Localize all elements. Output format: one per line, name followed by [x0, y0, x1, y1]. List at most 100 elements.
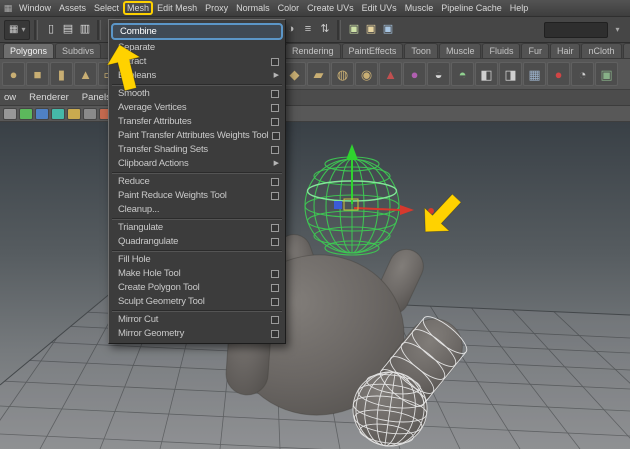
menubar-item[interactable]: Help — [506, 1, 533, 15]
shelf-tab[interactable]: Rendering — [285, 43, 341, 58]
mesh-menu-item[interactable]: Sculpt Geometry Tool ▶ — [109, 295, 285, 309]
polygon-soccer-icon[interactable]: ◉ — [355, 62, 378, 86]
menubar-item[interactable]: Normals — [232, 1, 274, 15]
panel-menu-item[interactable]: Renderer — [29, 92, 69, 103]
green-sphere-icon[interactable]: ◓ — [451, 62, 474, 86]
option-box-icon[interactable] — [271, 178, 279, 186]
mesh-menu-item[interactable]: Make Hole Tool ▶ — [109, 267, 285, 281]
polygon-prism-icon[interactable]: ◆ — [283, 62, 306, 86]
option-box-icon[interactable] — [271, 330, 279, 338]
polygon-cone-icon[interactable]: ▲ — [74, 62, 97, 86]
input-output-icon[interactable]: ⇅ — [316, 21, 333, 39]
menubar-item[interactable]: Color — [274, 1, 304, 15]
shelf-tab[interactable]: PaintEffects — [342, 43, 404, 58]
shelf-tab[interactable]: Polygons — [3, 43, 54, 58]
mesh-menu-item[interactable]: Smooth ▶ — [109, 87, 285, 101]
option-box-icon[interactable] — [271, 316, 279, 324]
option-box-icon[interactable] — [271, 104, 279, 112]
shelf-tab[interactable]: Toon — [404, 43, 438, 58]
shelf-tab[interactable]: Hair — [550, 43, 581, 58]
green-panel-icon[interactable]: ▣ — [595, 62, 618, 86]
option-box-icon[interactable] — [271, 118, 279, 126]
viewport[interactable] — [0, 122, 630, 449]
option-box-icon[interactable] — [271, 58, 279, 66]
shaded-sphere-icon[interactable]: ◒ — [427, 62, 450, 86]
new-scene-icon[interactable]: ▯ — [42, 21, 59, 39]
option-box-icon[interactable] — [271, 224, 279, 232]
mesh-menu-item[interactable]: Combine ▶ — [111, 23, 283, 40]
open-scene-icon[interactable]: ▤ — [59, 21, 76, 39]
mesh-menu-item[interactable]: Transfer Shading Sets ▶ — [109, 143, 285, 157]
sphere-quarter-icon[interactable]: ◔ — [571, 62, 594, 86]
field-options-arrow-icon[interactable]: ▾ — [609, 21, 626, 39]
checker-sphere-icon[interactable]: ◧ — [475, 62, 498, 86]
menubar-item[interactable]: Create UVs — [303, 1, 358, 15]
shelf-tab[interactable]: Muscle — [439, 43, 482, 58]
menubar-item[interactable]: Window — [15, 1, 55, 15]
mesh-menu-item[interactable]: Quadrangulate ▶ — [109, 235, 285, 249]
checker-sphere-icon-2[interactable]: ◨ — [499, 62, 522, 86]
mesh-menu-item[interactable]: Paint Transfer Attributes Weights Tool ▶ — [109, 129, 285, 143]
mesh-menu-item[interactable]: ▶ — [112, 172, 282, 174]
polygon-pipe-icon[interactable]: ▰ — [307, 62, 330, 86]
film-gate-icon[interactable] — [35, 108, 49, 120]
panel-menu-item[interactable]: Panels — [82, 92, 111, 103]
menu-set-dropdown[interactable]: ▦ ▾ — [4, 20, 30, 40]
gate-mask-icon[interactable] — [51, 108, 65, 120]
menubar-item[interactable]: Proxy — [201, 1, 232, 15]
red-ball-icon[interactable]: ● — [547, 62, 570, 86]
mesh-menu-item[interactable]: Mirror Geometry ▶ — [109, 327, 285, 341]
field-chart-icon[interactable] — [67, 108, 81, 120]
menubar-item[interactable]: Select — [90, 1, 123, 15]
statusline-divider[interactable] — [97, 20, 101, 40]
list-input-icon[interactable]: ≡ — [299, 21, 316, 39]
render-settings-icon[interactable]: ▣ — [379, 21, 396, 39]
option-box-icon[interactable] — [271, 270, 279, 278]
option-box-icon[interactable] — [271, 192, 279, 200]
mesh-menu-item[interactable]: Mirror Cut ▶ — [109, 313, 285, 327]
menubar-item[interactable]: Assets — [55, 1, 90, 15]
red-cone-icon[interactable]: ▲ — [379, 62, 402, 86]
mesh-menu-item[interactable]: Reduce ▶ — [109, 175, 285, 189]
ipr-render-icon[interactable]: ▣ — [362, 21, 379, 39]
panel-menu-item[interactable]: ow — [4, 92, 16, 103]
camera-icon[interactable] — [3, 108, 17, 120]
shelf-tab[interactable]: Subdivs — [55, 43, 101, 58]
polygon-helix-icon[interactable]: ◍ — [331, 62, 354, 86]
mesh-menu-item[interactable]: Transfer Attributes ▶ — [109, 115, 285, 129]
polygon-sphere-icon[interactable]: ● — [2, 62, 25, 86]
render-current-frame-icon[interactable]: ▣ — [345, 21, 362, 39]
shelf-tab[interactable]: Custo — [623, 43, 630, 58]
option-box-icon[interactable] — [271, 238, 279, 246]
quick-selection-field[interactable] — [544, 22, 608, 38]
menubar-item[interactable]: Edit Mesh — [153, 1, 201, 15]
mesh-menu-item[interactable]: ▶ — [112, 310, 282, 312]
shelf-tab[interactable]: Fur — [521, 43, 549, 58]
safe-action-icon[interactable] — [83, 108, 97, 120]
violet-sphere-icon[interactable]: ● — [403, 62, 426, 86]
mesh-menu-item[interactable]: Triangulate ▶ — [109, 221, 285, 235]
mesh-menu-item[interactable]: Cleanup... ▶ — [109, 203, 285, 217]
mesh-menu-item[interactable]: Create Polygon Tool ▶ — [109, 281, 285, 295]
menubar-item[interactable]: Pipeline Cache — [437, 1, 506, 15]
option-box-icon[interactable] — [272, 132, 280, 140]
grid-toggle-icon[interactable] — [19, 108, 33, 120]
mesh-menu-item[interactable]: ▶ — [112, 250, 282, 252]
mesh-menu-item[interactable]: Paint Reduce Weights Tool ▶ — [109, 189, 285, 203]
menubar-item[interactable]: Mesh — [123, 1, 153, 15]
statusline-divider[interactable] — [34, 20, 38, 40]
option-box-icon[interactable] — [271, 90, 279, 98]
manip-z-handle[interactable] — [334, 201, 342, 209]
menubar-item[interactable]: Edit UVs — [358, 1, 401, 15]
save-scene-icon[interactable]: ▥ — [76, 21, 93, 39]
mesh-menu-item[interactable]: Average Vertices ▶ — [109, 101, 285, 115]
statusline-divider[interactable] — [337, 20, 341, 40]
mesh-menu-item[interactable]: Fill Hole ▶ — [109, 253, 285, 267]
mesh-menu-item[interactable]: ▶ — [112, 218, 282, 220]
shelf-tab[interactable]: Fluids — [482, 43, 520, 58]
mesh-menu-item[interactable]: Clipboard Actions ▶ — [109, 157, 285, 171]
polygon-cylinder-icon[interactable]: ▮ — [50, 62, 73, 86]
option-box-icon[interactable] — [271, 284, 279, 292]
option-box-icon[interactable] — [271, 146, 279, 154]
option-box-icon[interactable] — [271, 298, 279, 306]
